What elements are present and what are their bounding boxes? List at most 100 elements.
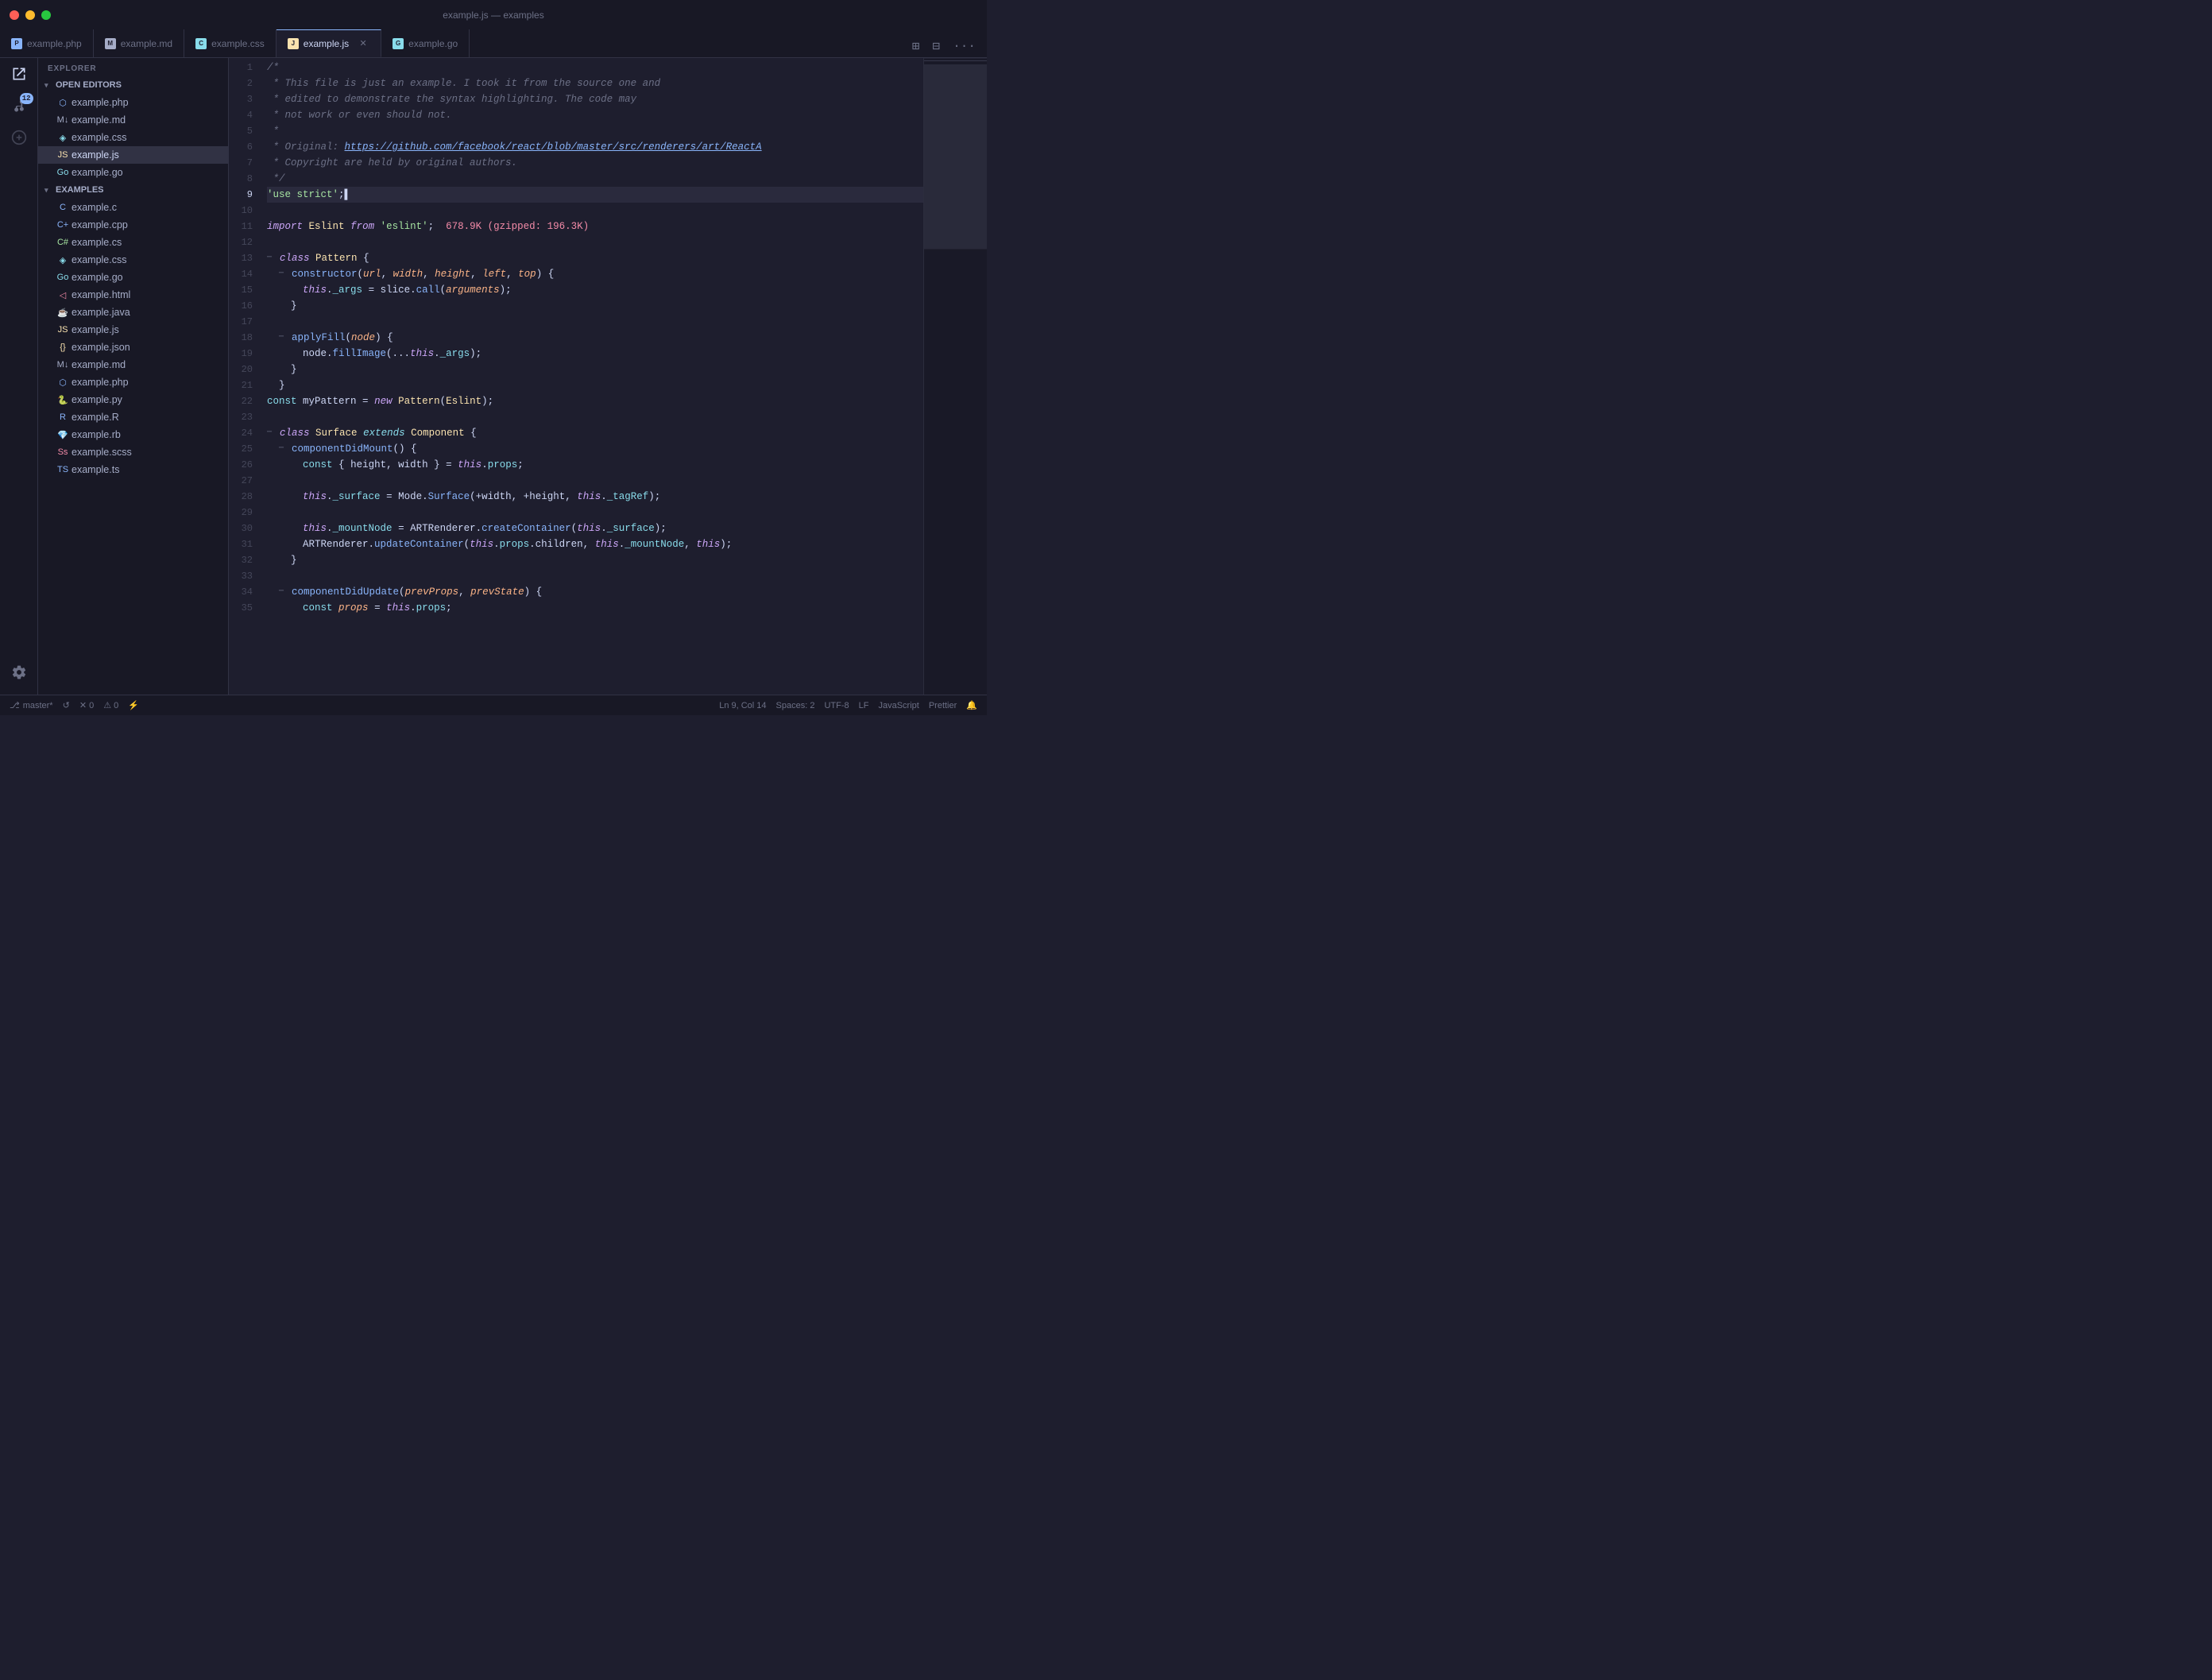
sidebar-item-r[interactable]: R example.R [38, 408, 228, 426]
code-line-33 [267, 568, 923, 584]
line-num-12: 12 [229, 234, 261, 250]
sync-status[interactable]: ↺ [63, 700, 70, 710]
sidebar-item-java[interactable]: ☕ example.java [38, 304, 228, 321]
sidebar-item-css[interactable]: ◈ example.css [38, 251, 228, 269]
sidebar-item-example-css[interactable]: ◈ example.css [38, 129, 228, 146]
editor-area: 1 2 3 4 5 6 7 8 9 10 11 12 13 14 15 16 1… [229, 58, 987, 695]
code-line-2: * This file is just an example. I took i… [267, 75, 923, 91]
minimap [923, 58, 987, 695]
sidebar-item-rb[interactable]: 💎 example.rb [38, 426, 228, 443]
formatter-status[interactable]: Prettier [929, 701, 957, 710]
fold-icon-13[interactable]: ─ [267, 250, 276, 266]
fold-icon-34[interactable]: ─ [279, 584, 288, 600]
sidebar-item-c[interactable]: C example.c [38, 199, 228, 216]
sidebar-item-md[interactable]: M↓ example.md [38, 356, 228, 374]
sync-icon: ↺ [63, 700, 70, 710]
fold-icon-25[interactable]: ─ [279, 441, 288, 457]
line-ending-status[interactable]: LF [859, 701, 869, 710]
line-num-8: 8 [229, 171, 261, 187]
line-num-2: 2 [229, 75, 261, 91]
code-line-12 [267, 234, 923, 250]
sidebar-item-js[interactable]: JS example.js [38, 321, 228, 339]
css2-file-icon: ◈ [57, 254, 68, 265]
bell-status[interactable]: 🔔 [966, 700, 977, 710]
split-editor-icon[interactable]: ⊞ [909, 35, 923, 57]
language-status[interactable]: JavaScript [878, 701, 918, 710]
code-content[interactable]: /* * This file is just an example. I too… [267, 58, 923, 695]
examples-header[interactable]: ▾ EXAMPLES [38, 181, 228, 199]
line-num-24: 24 [229, 425, 261, 441]
branch-name: master* [23, 701, 53, 710]
close-button[interactable] [10, 10, 19, 20]
errors-status[interactable]: ✕ 0 [79, 700, 94, 710]
window-title: example.js — examples [443, 10, 543, 21]
tab-bar: P example.php M example.md C example.css… [0, 30, 987, 58]
lightning-status[interactable]: ⚡ [128, 700, 139, 710]
open-editors-header[interactable]: ▾ OPEN EDITORS [38, 76, 228, 94]
encoding-status[interactable]: UTF-8 [824, 701, 849, 710]
code-line-30: this._mountNode = ARTRenderer.createCont… [267, 521, 923, 536]
code-container[interactable]: 1 2 3 4 5 6 7 8 9 10 11 12 13 14 15 16 1… [229, 58, 987, 695]
html-file-icon: ◁ [57, 289, 68, 300]
code-line-1: /* [267, 60, 923, 75]
settings-icon[interactable] [10, 663, 29, 682]
spaces-status[interactable]: Spaces: 2 [776, 701, 815, 710]
sidebar-item-example-go[interactable]: Go example.go [38, 164, 228, 181]
code-line-28: this._surface = Mode.Surface(+width, +he… [267, 489, 923, 505]
js-file-icon: JS [57, 149, 68, 161]
tab-example-php[interactable]: P example.php [0, 29, 94, 57]
md2-file-icon: M↓ [57, 359, 68, 370]
code-line-6: * Original: https://github.com/facebook/… [267, 139, 923, 155]
line-num-31: 31 [229, 536, 261, 552]
extensions-icon[interactable] [10, 128, 29, 147]
tab-close-button[interactable]: ✕ [357, 37, 369, 50]
sidebar-item-example-md[interactable]: M↓ example.md [38, 111, 228, 129]
sidebar-item-ts[interactable]: TS example.ts [38, 461, 228, 478]
sidebar-item-json[interactable]: {} example.json [38, 339, 228, 356]
code-line-25: ─componentDidMount() { [267, 441, 923, 457]
sidebar-item-py[interactable]: 🐍 example.py [38, 391, 228, 408]
sidebar-item-cpp[interactable]: C+ example.cpp [38, 216, 228, 234]
tab-example-css[interactable]: C example.css [184, 29, 276, 57]
minimize-button[interactable] [25, 10, 35, 20]
code-line-15: this._args = slice.call(arguments); [267, 282, 923, 298]
code-line-34: ─componentDidUpdate(prevProps, prevState… [267, 584, 923, 600]
code-line-13: ─class Pattern { [267, 250, 923, 266]
source-control-badge: 12 [20, 93, 33, 104]
md-file-icon: M↓ [57, 114, 68, 126]
fold-icon-14[interactable]: ─ [279, 266, 288, 282]
sidebar-item-php[interactable]: ⬡ example.php [38, 374, 228, 391]
line-num-13: 13 [229, 250, 261, 266]
tab-label: example.css [211, 38, 265, 49]
code-line-16: } [267, 298, 923, 314]
tab-example-go[interactable]: G example.go [381, 29, 470, 57]
line-num-15: 15 [229, 282, 261, 298]
language-text: JavaScript [878, 701, 918, 710]
maximize-button[interactable] [41, 10, 51, 20]
branch-icon: ⎇ [10, 700, 20, 710]
explorer-icon[interactable] [10, 64, 29, 83]
code-line-7: * Copyright are held by original authors… [267, 155, 923, 171]
tab-actions: ⊞ ⊟ ··· [901, 35, 987, 57]
sidebar-item-go[interactable]: Go example.go [38, 269, 228, 286]
source-control-icon[interactable]: 12 [10, 96, 29, 115]
code-line-14: ─constructor(url, width, height, left, t… [267, 266, 923, 282]
sidebar-item-example-php[interactable]: ⬡ example.php [38, 94, 228, 111]
scss-file-icon: Ss [57, 447, 68, 458]
layout-icon[interactable]: ⊟ [930, 35, 944, 57]
sidebar-item-scss[interactable]: Ss example.scss [38, 443, 228, 461]
line-num-14: 14 [229, 266, 261, 282]
code-line-8: */ [267, 171, 923, 187]
line-ending-text: LF [859, 701, 869, 710]
tab-example-js[interactable]: J example.js ✕ [276, 29, 381, 57]
fold-icon-24[interactable]: ─ [267, 425, 276, 441]
line-col-status[interactable]: Ln 9, Col 14 [719, 701, 766, 710]
sidebar-item-example-js[interactable]: JS example.js [38, 146, 228, 164]
warnings-status[interactable]: ⚠ 0 [103, 700, 118, 710]
tab-example-md[interactable]: M example.md [94, 29, 184, 57]
sidebar-item-cs[interactable]: C# example.cs [38, 234, 228, 251]
fold-icon-18[interactable]: ─ [279, 330, 288, 346]
more-actions-icon[interactable]: ··· [949, 36, 979, 56]
sidebar-item-html[interactable]: ◁ example.html [38, 286, 228, 304]
branch-status[interactable]: ⎇ master* [10, 700, 53, 710]
